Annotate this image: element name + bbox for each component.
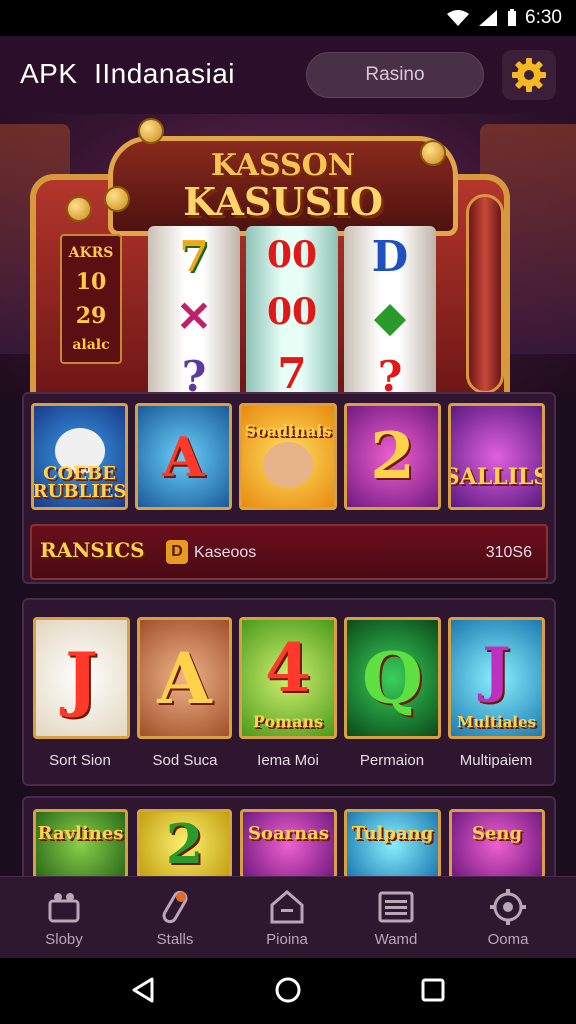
paytable-entry: 29 — [75, 302, 107, 329]
paytable-entry: AKRS — [68, 244, 114, 261]
nav-item-stalls[interactable]: Stalls — [125, 887, 225, 948]
reel: 00 00 7 — [246, 226, 338, 398]
wifi-icon — [447, 10, 470, 26]
search-bar[interactable]: Rasino — [306, 52, 484, 98]
reel-symbol: 00 — [266, 233, 318, 276]
game-symbol: 2 — [165, 812, 204, 876]
store-icon — [48, 893, 80, 923]
nav-label: Pioina — [266, 931, 308, 948]
jackpot-logo: RANSICS — [40, 538, 145, 562]
coin-icon — [66, 196, 92, 222]
reel-symbol: ◆ — [373, 291, 407, 341]
paytable-entry: alalc — [72, 337, 110, 354]
settings-button[interactable] — [502, 50, 556, 100]
paytable-entry: 10 — [75, 269, 107, 296]
nav-item-sloby[interactable]: Sloby — [14, 887, 114, 948]
game-caption: Multipaiem — [459, 752, 533, 769]
gear-icon — [490, 889, 526, 925]
paytable: AKRS 10 29 alalc — [60, 234, 122, 364]
coin-icon — [420, 140, 446, 166]
game-tile[interactable]: Q — [344, 617, 441, 739]
app-title: APK IIndanasiai — [20, 58, 236, 89]
game-symbol: 2 — [370, 419, 415, 494]
game-tile[interactable]: J — [33, 617, 130, 739]
game-symbol: A — [157, 636, 212, 720]
bottom-navigation: Sloby Stalls Pioina Wamd Ooma — [0, 876, 576, 958]
reel-symbol: 00 — [266, 291, 318, 334]
slot-lever — [466, 194, 504, 394]
recents-icon[interactable] — [420, 976, 446, 1004]
game-symbol: Q — [362, 636, 423, 720]
game-symbol: J — [482, 635, 511, 705]
reel: D ◆ ? — [344, 226, 436, 398]
game-tile[interactable]: Tulpang — [344, 809, 441, 879]
game-tile[interactable]: J Multiales — [448, 617, 545, 739]
game-symbol: 4 — [265, 629, 311, 707]
game-tile[interactable]: A — [135, 403, 232, 510]
jackpot-bar[interactable]: RANSICS D Kaseoos 310S6 — [30, 524, 548, 580]
reel-symbol: ✕ — [176, 291, 212, 341]
game-title: Multiales — [456, 713, 537, 731]
game-title: Ravlines — [37, 823, 124, 844]
nav-label: Wamd — [374, 931, 418, 948]
game-caption: Sort Sion — [49, 752, 111, 769]
game-title: Soarnas — [247, 823, 330, 844]
reel-symbol: 7 — [179, 231, 209, 281]
game-tile[interactable]: 2 — [344, 403, 441, 510]
reel-symbol: 7 — [277, 349, 307, 398]
character-image — [263, 442, 313, 488]
signal-icon — [479, 10, 498, 26]
status-time: 6:30 — [525, 7, 562, 28]
back-icon[interactable] — [130, 976, 156, 1004]
game-title: Seng — [471, 823, 523, 844]
jackpot-value: 310S6 — [485, 544, 532, 561]
game-caption: Sod Suca — [152, 752, 218, 769]
reel: 7 ✕ ? — [148, 226, 240, 398]
list-icon — [378, 891, 414, 923]
hero-banner[interactable]: KASSON KASUSIO AKRS 10 29 alalc 7 ✕ ? 00… — [0, 114, 576, 398]
reel-symbol: D — [371, 231, 409, 281]
app-header: APK IIndanasiai Rasino — [0, 36, 576, 114]
game-tile[interactable]: 4 Pomans — [239, 617, 337, 739]
game-caption: Permaion — [359, 752, 425, 769]
logo-line1: KASSON — [210, 148, 356, 183]
game-title: Pomans — [252, 712, 324, 731]
logo-line2: KASUSIO — [183, 179, 383, 224]
nav-item-pioina[interactable]: Pioina — [237, 887, 337, 948]
nav-item-ooma[interactable]: Ooma — [458, 887, 558, 948]
gear-icon — [512, 58, 546, 92]
game-tile[interactable]: Seng — [449, 809, 545, 879]
slot-reels: 7 ✕ ? 00 00 7 D ◆ ? — [148, 226, 436, 398]
home-icon — [270, 890, 304, 924]
game-title: Tulpang — [351, 823, 434, 844]
game-title: COEBE RUBLIES — [32, 462, 127, 502]
nav-label: Ooma — [487, 931, 529, 948]
game-tile[interactable]: SALLILS — [448, 403, 545, 510]
game-symbol: A — [162, 424, 205, 489]
game-tile[interactable]: COEBE RUBLIES — [31, 403, 128, 510]
jackpot-icon: D — [166, 540, 188, 564]
home-circle-icon[interactable] — [274, 976, 302, 1004]
jackpot-label: Kaseoos — [194, 544, 257, 561]
coin-icon — [138, 118, 164, 144]
coin-icon — [104, 186, 130, 212]
game-caption: Iema Moi — [257, 752, 319, 769]
slot-logo: KASSON KASUSIO — [108, 136, 458, 236]
battery-icon — [508, 9, 517, 26]
game-tile[interactable]: 2 — [137, 809, 232, 879]
game-tile[interactable]: Soadinais — [239, 403, 337, 510]
game-tile[interactable]: Soarnas — [240, 809, 337, 879]
rocket-icon — [162, 890, 188, 924]
game-tile[interactable]: A — [137, 617, 232, 739]
game-title: Soadinais — [244, 420, 332, 440]
game-symbol: J — [64, 636, 99, 720]
game-tile[interactable]: Ravlines — [33, 809, 128, 879]
status-bar: 6:30 — [0, 0, 576, 36]
nav-item-wamd[interactable]: Wamd — [346, 887, 446, 948]
game-title: SALLILS — [448, 463, 545, 490]
nav-label: Sloby — [45, 931, 83, 948]
system-navigation-bar — [0, 958, 576, 1024]
nav-label: Stalls — [156, 931, 194, 948]
